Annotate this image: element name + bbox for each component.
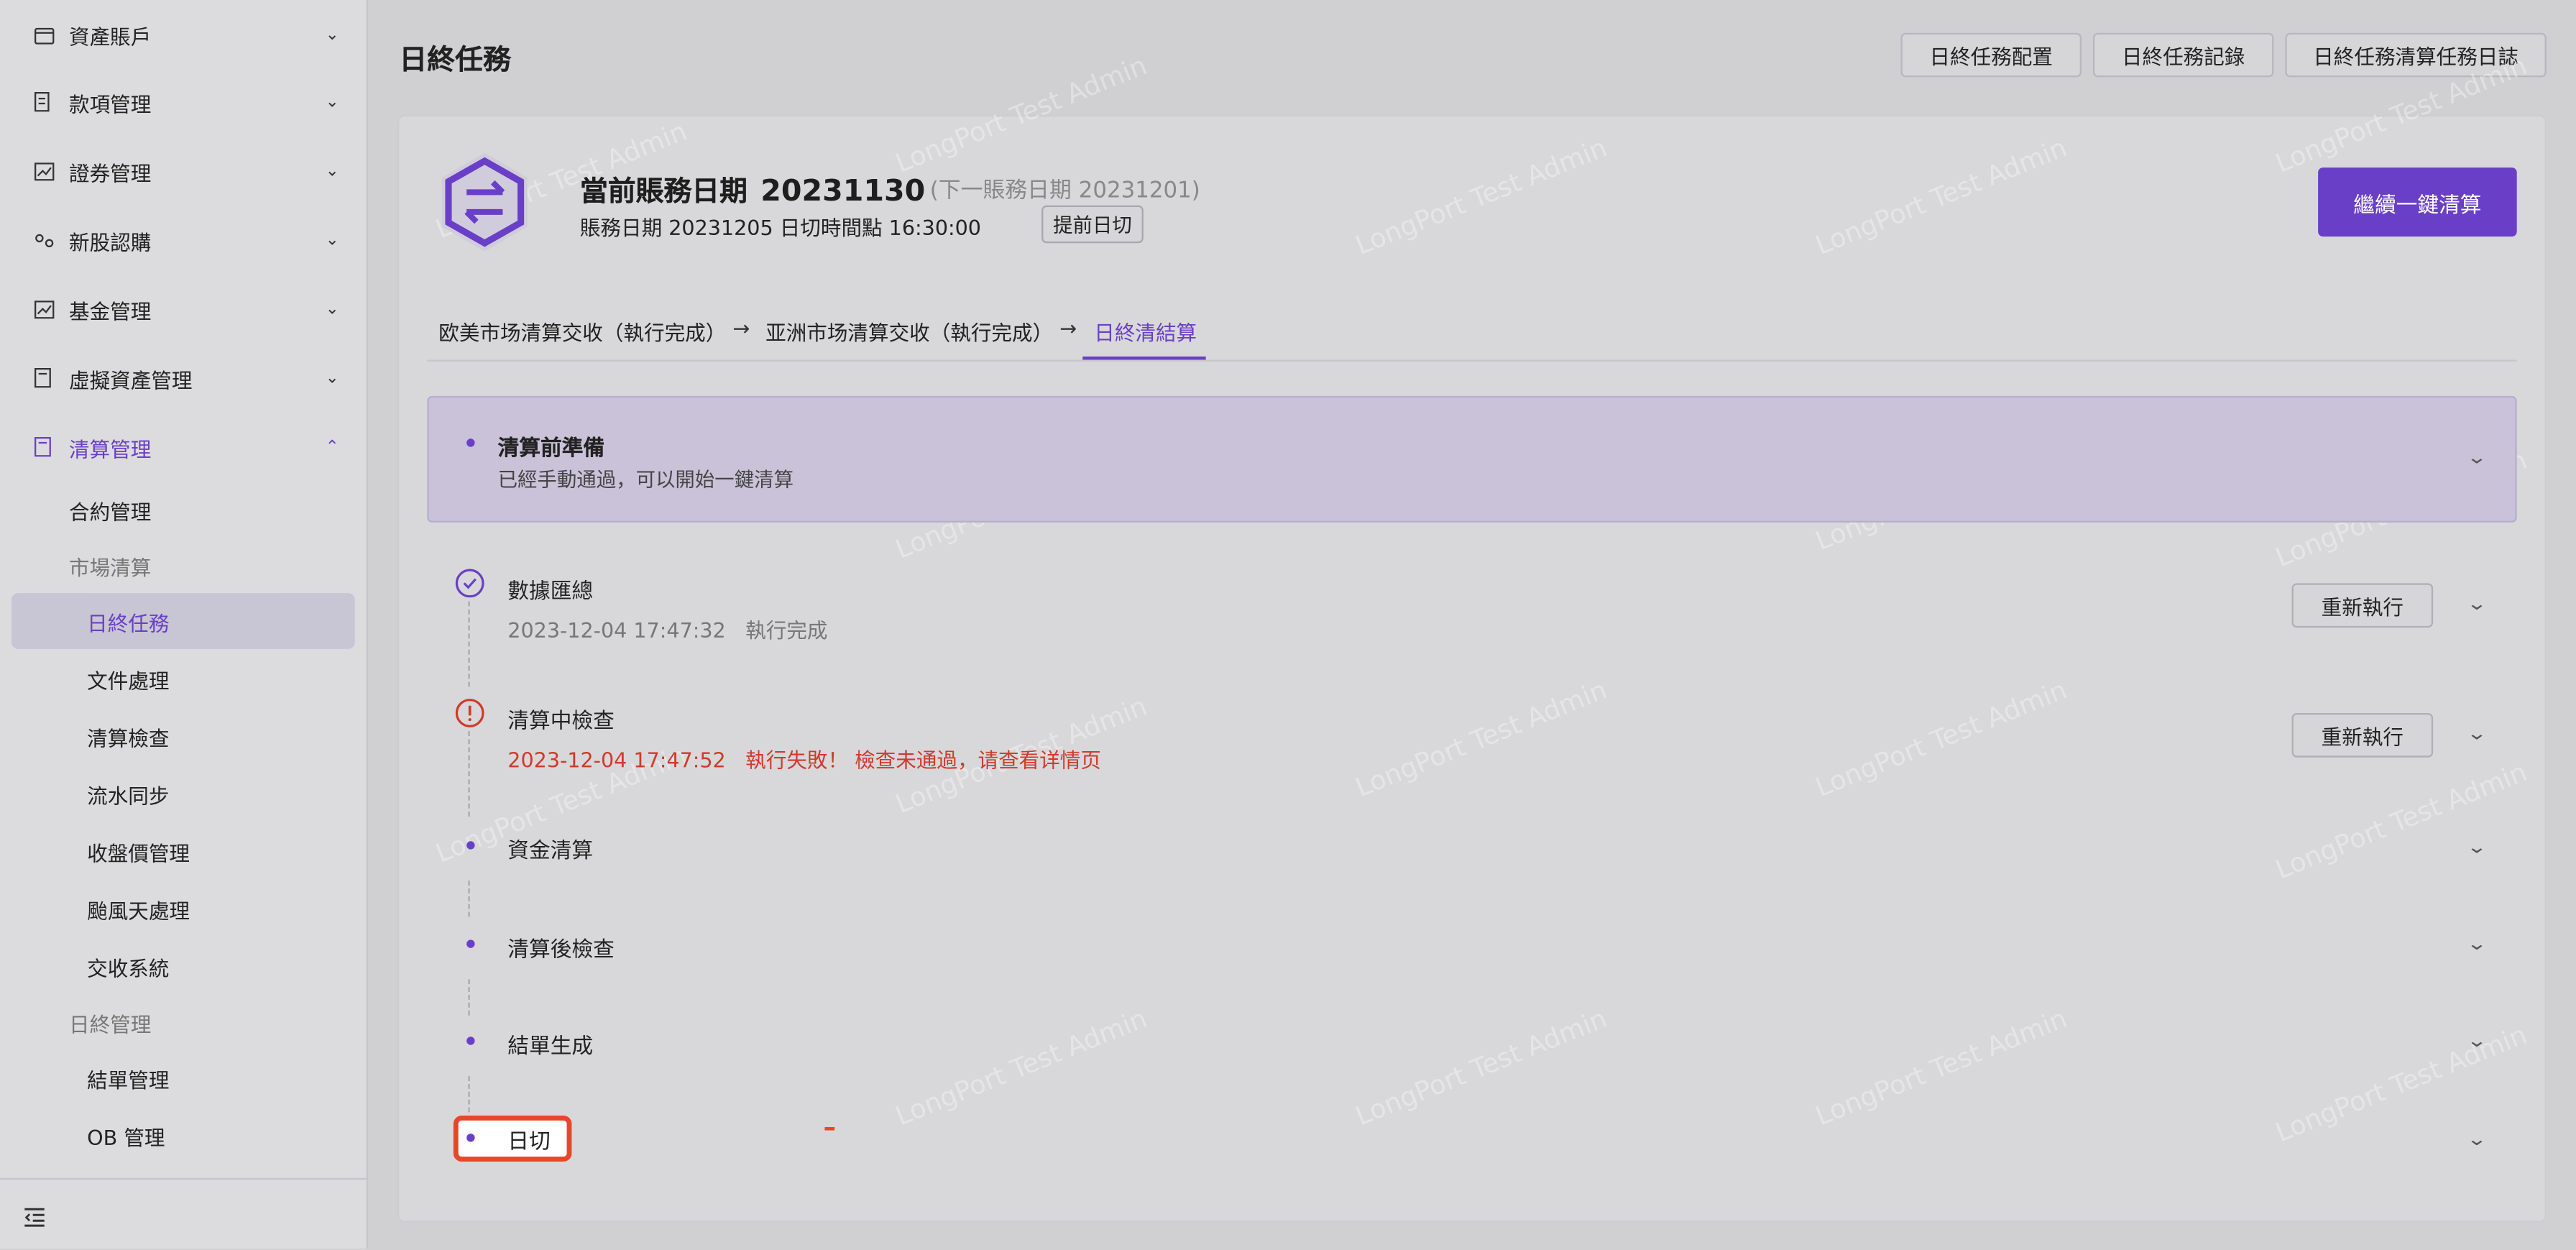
nav-item-clearing[interactable]: 清算管理 ⌃ xyxy=(0,413,367,482)
timeline-connector xyxy=(468,601,470,687)
task-meta-error: 2023-12-04 17:47:52 執行失敗！ 檢查未通過，请查看详情页 xyxy=(507,747,1101,773)
continue-clearing-button[interactable]: 繼續一鍵清算 xyxy=(2318,167,2517,237)
chevron-down-icon[interactable]: ⌄ xyxy=(2466,933,2488,955)
current-date-heading: 當前賬務日期 20231130 xyxy=(579,174,926,209)
chevron-down-icon: ⌄ xyxy=(325,162,339,180)
nav-item-asset-account[interactable]: 資產賬戶 ⌄ xyxy=(0,0,367,69)
chevron-down-icon[interactable]: ⌄ xyxy=(2466,447,2488,469)
clearing-icon xyxy=(33,436,55,458)
wallet-icon xyxy=(33,24,55,45)
calculator-icon xyxy=(33,367,55,389)
error-circle-icon xyxy=(455,698,484,734)
page-title: 日終任務 xyxy=(399,44,511,78)
chevron-down-icon[interactable]: ⌄ xyxy=(2466,1129,2488,1150)
nav-item-fund[interactable]: 基金管理 ⌄ xyxy=(0,275,367,344)
chevron-down-icon: ⌄ xyxy=(325,300,339,318)
chevron-down-icon[interactable]: ⌄ xyxy=(2466,1030,2488,1052)
nav-item-payment[interactable]: 款項管理 ⌄ xyxy=(0,68,367,137)
task-title: 數據匯總 xyxy=(507,579,594,605)
pre-clearing-panel[interactable] xyxy=(427,395,2517,523)
chevron-down-icon: ⌄ xyxy=(325,25,339,44)
nav-sub-ob[interactable]: OB 管理 xyxy=(0,1108,367,1164)
chevron-up-icon: ⌃ xyxy=(325,438,339,456)
collapse-menu-icon[interactable] xyxy=(23,1203,46,1233)
nav-sub-statement[interactable]: 結單管理 xyxy=(0,1050,367,1106)
nav-sub-flow-sync[interactable]: 流水同步 xyxy=(0,766,367,822)
chevron-down-icon[interactable]: ⌄ xyxy=(2466,836,2488,858)
rerun-button[interactable]: 重新執行 xyxy=(2291,712,2434,758)
nav-group-eod-management: 日終管理 xyxy=(68,1011,152,1037)
nav-sub-contract[interactable]: 合約管理 xyxy=(0,482,367,538)
eod-task-record-button[interactable]: 日終任務記錄 xyxy=(2092,32,2274,78)
next-date: (下一賬務日期 20231201) xyxy=(929,177,1200,204)
annotation-mark xyxy=(824,1126,835,1130)
nav-sub-eod-task[interactable]: 日終任務 xyxy=(11,593,355,649)
step-dot-icon xyxy=(466,438,475,447)
task-title: 資金清算 xyxy=(507,839,594,865)
task-title: 結單生成 xyxy=(507,1034,594,1060)
tab-asia-clearing[interactable]: 亚洲市场清算交收（執行完成） xyxy=(765,316,1053,346)
chevron-down-icon: ⌄ xyxy=(325,369,339,387)
nav-sub-typhoon[interactable]: 颱風天處理 xyxy=(0,881,367,937)
nav-group-market-clearing: 市場清算 xyxy=(68,554,152,579)
step-dot-icon xyxy=(466,841,475,850)
nav-sub-clearing-check[interactable]: 清算檢查 xyxy=(0,708,367,764)
task-title: 日切 xyxy=(507,1130,551,1155)
sidebar-footer xyxy=(0,1177,367,1250)
timeline-connector xyxy=(468,979,470,1016)
chevron-down-icon: ⌄ xyxy=(325,231,339,249)
chevron-down-icon[interactable]: ⌄ xyxy=(2466,723,2488,745)
timeline-connector xyxy=(468,1076,470,1113)
step-dot-icon xyxy=(466,1037,475,1045)
pre-clearing-title: 清算前準備 xyxy=(497,436,605,462)
stock-chart-icon xyxy=(33,160,55,182)
nav-sub-closing-price[interactable]: 收盤價管理 xyxy=(0,823,367,879)
current-date-value: 20231130 xyxy=(760,174,926,209)
task-title: 清算中檢查 xyxy=(507,709,615,735)
check-circle-icon xyxy=(455,569,484,605)
arrow-right-icon: → xyxy=(732,315,750,341)
tab-divider xyxy=(427,359,2517,362)
clearing-logo-icon xyxy=(433,151,535,253)
sidebar: 資產賬戶 ⌄ 款項管理 ⌄ 證券管理 ⌄ 新股認購 ⌄ 基金管理 ⌄ 虛擬資產管… xyxy=(0,0,368,1249)
fund-chart-icon xyxy=(33,298,55,320)
pre-clearing-desc: 已經手動通過，可以開始一鍵清算 xyxy=(497,468,794,492)
step-dot-icon xyxy=(466,1134,475,1142)
step-dot-icon xyxy=(466,939,475,948)
arrow-right-icon: → xyxy=(1059,315,1077,341)
account-date-info: 賬務日期 20231205 日切時間點 16:30:00 xyxy=(579,215,981,240)
eod-task-card xyxy=(397,114,2547,1223)
task-meta: 2023-12-04 17:47:32 執行完成 xyxy=(507,617,828,643)
timeline-connector xyxy=(468,881,470,917)
nav-item-virtual-asset[interactable]: 虛擬資產管理 ⌄ xyxy=(0,344,367,413)
timeline-connector xyxy=(468,731,470,817)
nav-sub-settlement-system[interactable]: 交收系統 xyxy=(0,938,367,994)
nav-item-securities[interactable]: 證券管理 ⌄ xyxy=(0,137,367,206)
tab-eu-us-clearing[interactable]: 欧美市场清算交收（執行完成） xyxy=(438,316,726,346)
rerun-button[interactable]: 重新執行 xyxy=(2291,583,2434,628)
chevron-down-icon[interactable]: ⌄ xyxy=(2466,593,2488,615)
task-title: 清算後檢查 xyxy=(507,938,615,963)
early-cutoff-button[interactable]: 提前日切 xyxy=(1041,205,1144,244)
tab-eod-clearing[interactable]: 日終清結算 xyxy=(1094,316,1197,346)
nav-sub-file-processing[interactable]: 文件處理 xyxy=(0,651,367,707)
receipt-icon xyxy=(33,91,55,113)
eod-clearing-log-button[interactable]: 日終任務清算任務日誌 xyxy=(2285,32,2547,78)
ipo-icon xyxy=(33,229,55,251)
chevron-down-icon: ⌄ xyxy=(325,93,339,111)
nav-item-ipo[interactable]: 新股認購 ⌄ xyxy=(0,206,367,275)
eod-task-config-button[interactable]: 日終任務配置 xyxy=(1900,32,2082,78)
